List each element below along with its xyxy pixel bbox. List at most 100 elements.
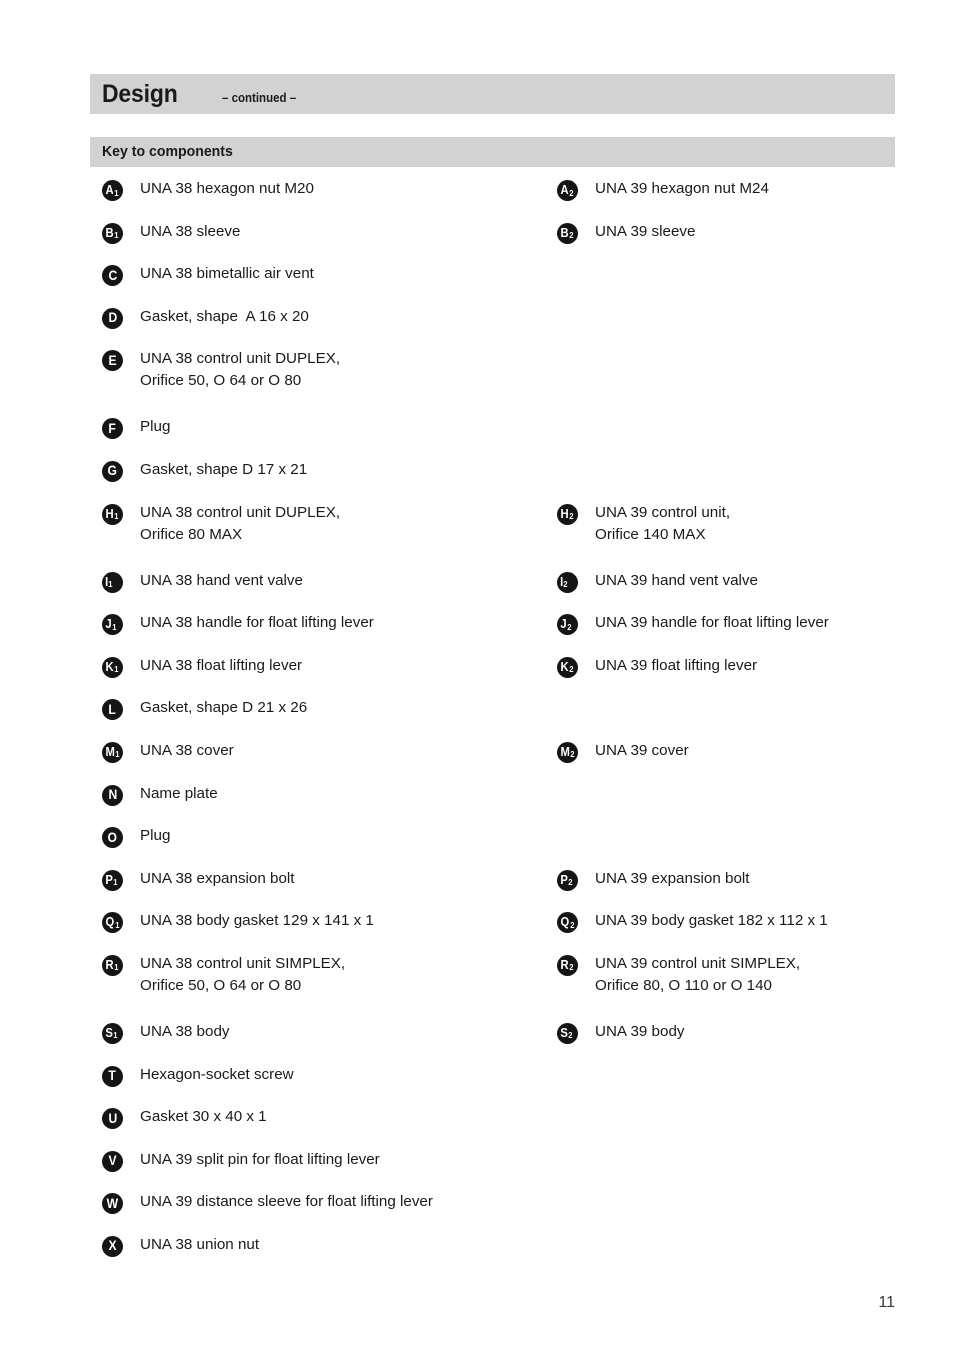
key-entry-line: UNA 38 expansion bolt	[140, 869, 295, 887]
badge-subscript: 1	[115, 749, 120, 760]
key-entry-line: UNA 38 bimetallic air vent	[140, 265, 314, 283]
component-badge-s1-icon: S1	[102, 1022, 123, 1044]
key-column-right	[545, 348, 900, 416]
badge-subscript: 1	[112, 621, 117, 632]
badge-letter: P	[559, 872, 568, 887]
badge-letter: V	[108, 1153, 117, 1169]
key-entry-k2: K 2 UNA 39 float lifting lever	[545, 655, 900, 678]
key-entry-l: L Gasket, shape D 21 x 26	[90, 697, 545, 721]
component-badge-g-icon: G	[102, 460, 123, 482]
key-entry-line: UNA 38 control unit SIMPLEX,	[140, 954, 346, 972]
key-to-components-list: A 1 UNA 38 hexagon nut M20 A 2 UNA 39 hexagon…	[90, 178, 900, 1276]
badge-letter: P	[104, 872, 113, 887]
key-entry-line: UNA 39 cover	[595, 741, 689, 759]
key-entry-line: UNA 38 float lifting lever	[140, 656, 303, 674]
key-row: G Gasket, shape D 17 x 21	[90, 459, 900, 502]
key-row: A 1 UNA 38 hexagon nut M20 A 2 UNA 39 hexagon…	[90, 178, 900, 221]
key-entry-label: UNA 38 handle for float lifting lever	[140, 612, 374, 634]
key-entry-line: Hexagon-socket screw	[140, 1065, 294, 1083]
badge-letter: C	[108, 267, 117, 283]
design-header-text-group: Design – continued –	[102, 74, 303, 114]
badge-letter: Q	[104, 915, 114, 930]
key-row: K 1 UNA 38 float lifting lever K 2 UNA 39 flo…	[90, 655, 900, 698]
key-entry-line: Orifice 80, O 110 or O 140	[595, 976, 772, 994]
key-entry-label: UNA 38 body gasket 129 x 141 x 1	[140, 910, 374, 932]
key-column-right	[545, 306, 900, 349]
component-badge-a2-icon: A2	[557, 180, 578, 201]
key-entry-line: UNA 38 cover	[140, 741, 234, 759]
key-entry-k1: K 1 UNA 38 float lifting lever	[90, 655, 545, 678]
key-entry-line: UNA 39 distance sleeve for float lifting…	[140, 1193, 433, 1211]
key-entry-q2: Q 2 UNA 39 body gasket 182 x 112 x 1	[545, 910, 900, 934]
key-entry-label: UNA 39 handle for float lifting lever	[595, 612, 829, 634]
component-badge-d-icon: D	[102, 307, 123, 329]
component-badge-v-icon: V	[102, 1150, 123, 1172]
key-entry-label: Gasket 30 x 40 x 1	[140, 1106, 267, 1128]
key-column-left: N Name plate	[90, 783, 545, 826]
badge-subscript: 2	[567, 621, 572, 632]
key-row: H 1 UNA 38 control unit DUPLEX, Orifice 80 …	[90, 502, 900, 570]
key-entry-label: Gasket, shape A 16 x 20	[140, 306, 309, 328]
key-row: O Plug	[90, 825, 900, 868]
component-badge-e-icon: E	[102, 350, 123, 372]
key-column-right	[545, 459, 900, 502]
key-column-left: M 1 UNA 38 cover	[90, 740, 545, 783]
key-column-right	[545, 1191, 900, 1234]
key-entry-i2: I 2 UNA 39 hand vent valve	[545, 570, 900, 593]
key-entry-label: UNA 39 body	[595, 1021, 685, 1043]
key-entry-label: UNA 38 bimetallic air vent	[140, 263, 314, 285]
key-entry-label: UNA 39 hexagon nut M24	[595, 178, 769, 200]
badge-letter: K	[104, 659, 114, 674]
key-row: S 1 UNA 38 body S 2 UNA 39 body	[90, 1021, 900, 1064]
badge-subscript: 2	[569, 664, 574, 675]
key-entry-line: Plug	[140, 827, 171, 845]
component-badge-b2-icon: B2	[557, 222, 578, 244]
key-entry-line: Orifice 50, O 64 or O 80	[140, 976, 302, 994]
key-row: B 1 UNA 38 sleeve B 2 UNA 39 sleeve	[90, 221, 900, 264]
key-entry-label: UNA 39 split pin for float lifting lever	[140, 1149, 380, 1171]
key-column-right: B 2 UNA 39 sleeve	[545, 221, 900, 264]
key-row: D Gasket, shape A 16 x 20	[90, 306, 900, 349]
badge-letter: F	[108, 420, 117, 436]
key-entry-label: UNA 38 union nut	[140, 1234, 259, 1256]
badge-letter: J	[104, 617, 112, 632]
badge-letter: U	[108, 1110, 117, 1126]
component-badge-f-icon: F	[102, 418, 123, 440]
key-entry-w: W UNA 39 distance sleeve for float liftin…	[90, 1191, 545, 1215]
key-row: P 1 UNA 38 expansion bolt P 2 UNA 39 expansio…	[90, 868, 900, 911]
key-row: U Gasket 30 x 40 x 1	[90, 1106, 900, 1149]
key-entry-line: UNA 38 sleeve	[140, 222, 241, 240]
key-entry-h1: H 1 UNA 38 control unit DUPLEX, Orifice 80 …	[90, 502, 545, 546]
key-entry-u: U Gasket 30 x 40 x 1	[90, 1106, 545, 1130]
component-badge-j2-icon: J2	[557, 614, 578, 636]
page-title: Design	[102, 80, 178, 108]
badge-letter: M	[560, 744, 570, 759]
section-title: Key to components	[102, 143, 233, 160]
key-column-right: S 2 UNA 39 body	[545, 1021, 900, 1064]
badge-subscript: 2	[569, 962, 574, 973]
key-entry-p1: P 1 UNA 38 expansion bolt	[90, 868, 545, 891]
key-entry-b1: B 1 UNA 38 sleeve	[90, 221, 545, 244]
component-badge-q1-icon: Q1	[102, 912, 123, 934]
key-entry-j2: J 2 UNA 39 handle for float lifting lever	[545, 612, 900, 636]
key-entry-label: UNA 39 control unit, Orifice 140 MAX	[595, 502, 730, 546]
badge-subscript: 1	[114, 511, 119, 522]
key-column-right: P 2 UNA 39 expansion bolt	[545, 868, 900, 911]
key-row: R 1 UNA 38 control unit SIMPLEX, Orifice 50…	[90, 953, 900, 1021]
key-entry-line: UNA 39 expansion bolt	[595, 869, 750, 887]
key-entry-r1: R 1 UNA 38 control unit SIMPLEX, Orifice 50…	[90, 953, 545, 997]
key-column-right	[545, 1149, 900, 1192]
component-badge-p1-icon: P1	[102, 869, 123, 891]
badge-subscript: 1	[114, 664, 119, 675]
key-entry-c: C UNA 38 bimetallic air vent	[90, 263, 545, 287]
badge-letter: R	[559, 957, 569, 972]
key-entry-label: UNA 38 hand vent valve	[140, 570, 303, 592]
key-column-left: J 1 UNA 38 handle for float lifting lever	[90, 612, 545, 655]
key-row: X UNA 38 union nut	[90, 1234, 900, 1277]
key-entry-line: UNA 39 hexagon nut M24	[595, 180, 769, 197]
key-entry-a1: A 1 UNA 38 hexagon nut M20	[90, 178, 545, 201]
key-entry-label: UNA 38 control unit SIMPLEX, Orifice 50, …	[140, 953, 345, 997]
badge-letter: S	[559, 1025, 568, 1040]
component-badge-j1-icon: J1	[102, 614, 123, 636]
key-column-right: M 2 UNA 39 cover	[545, 740, 900, 783]
